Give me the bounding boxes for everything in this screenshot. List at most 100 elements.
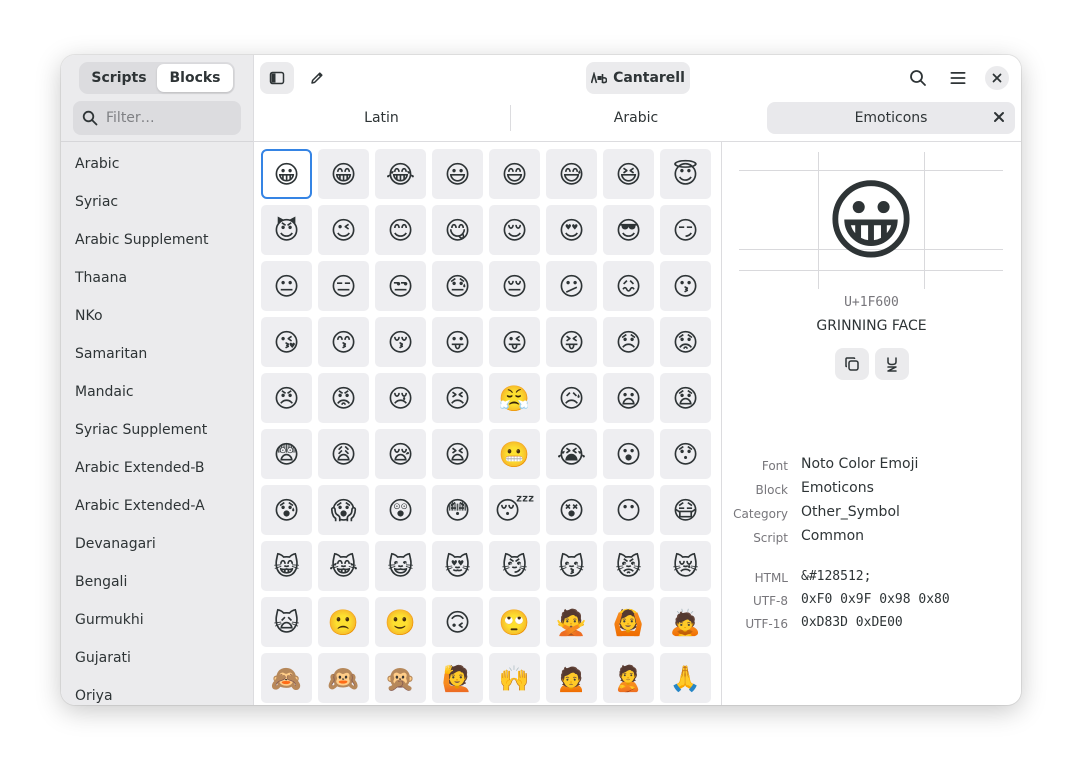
- character-cell[interactable]: 😠: [261, 373, 312, 423]
- character-cell[interactable]: 😓: [432, 261, 483, 311]
- character-cell[interactable]: 😰: [261, 485, 312, 535]
- search-button[interactable]: [901, 62, 935, 94]
- character-cell[interactable]: 😱: [318, 485, 369, 535]
- character-cell[interactable]: 🙈: [261, 653, 312, 703]
- sidebar-item-block[interactable]: Arabic Extended-B: [61, 449, 253, 487]
- character-cell[interactable]: 😼: [489, 541, 540, 591]
- sidebar-item-block[interactable]: Gurmukhi: [61, 601, 253, 639]
- character-cell[interactable]: 😊: [375, 205, 426, 255]
- character-cell[interactable]: 😉: [318, 205, 369, 255]
- character-cell[interactable]: 😗: [660, 261, 711, 311]
- character-cell[interactable]: 😫: [432, 429, 483, 479]
- character-cell[interactable]: 😂: [375, 149, 426, 199]
- edit-button[interactable]: [300, 62, 334, 94]
- character-cell[interactable]: 🙁: [318, 597, 369, 647]
- tab-latin[interactable]: Latin: [254, 102, 509, 134]
- character-cell[interactable]: 😝: [546, 317, 597, 367]
- character-cell[interactable]: 😳: [432, 485, 483, 535]
- character-cell[interactable]: 😷: [660, 485, 711, 535]
- character-cell[interactable]: 😞: [603, 317, 654, 367]
- sidebar-item-block[interactable]: Samaritan: [61, 335, 253, 373]
- sidebar-item-block[interactable]: Syriac Supplement: [61, 411, 253, 449]
- copy-button[interactable]: [835, 348, 869, 380]
- character-cell[interactable]: 🙎: [603, 653, 654, 703]
- character-cell[interactable]: 😀: [261, 149, 312, 199]
- character-cell[interactable]: 🙅: [546, 597, 597, 647]
- character-cell[interactable]: 😇: [660, 149, 711, 199]
- character-cell[interactable]: 🙌: [489, 653, 540, 703]
- character-cell[interactable]: 😈: [261, 205, 312, 255]
- character-cell[interactable]: 😙: [318, 317, 369, 367]
- character-cell[interactable]: 🙂: [375, 597, 426, 647]
- character-cell[interactable]: 😡: [318, 373, 369, 423]
- character-cell[interactable]: 😛: [432, 317, 483, 367]
- character-cell[interactable]: 😏: [660, 205, 711, 255]
- character-cell[interactable]: 🙀: [261, 597, 312, 647]
- character-cell[interactable]: 😮: [603, 429, 654, 479]
- filter-input[interactable]: [104, 109, 238, 127]
- character-cell[interactable]: 😹: [318, 541, 369, 591]
- sidebar-item-block[interactable]: Arabic Supplement: [61, 221, 253, 259]
- character-cell[interactable]: 😁: [318, 149, 369, 199]
- character-cell[interactable]: 😣: [432, 373, 483, 423]
- character-cell[interactable]: 😽: [546, 541, 597, 591]
- character-cell[interactable]: 😑: [318, 261, 369, 311]
- character-cell[interactable]: 😋: [432, 205, 483, 255]
- character-cell[interactable]: 😵: [546, 485, 597, 535]
- character-cell[interactable]: 😆: [603, 149, 654, 199]
- character-cell[interactable]: 😨: [261, 429, 312, 479]
- tab-emoticons[interactable]: Emoticons: [767, 102, 1015, 134]
- character-cell[interactable]: 😤: [489, 373, 540, 423]
- sidebar-item-block[interactable]: NKo: [61, 297, 253, 335]
- scripts-toggle-button[interactable]: Scripts: [81, 64, 157, 92]
- character-cell[interactable]: 😃: [432, 149, 483, 199]
- character-cell[interactable]: 😾: [603, 541, 654, 591]
- character-cell[interactable]: 🙉: [318, 653, 369, 703]
- character-cell[interactable]: 🙇: [660, 597, 711, 647]
- character-cell[interactable]: 😯: [660, 429, 711, 479]
- character-cell[interactable]: 🙍: [546, 653, 597, 703]
- character-cell[interactable]: 😖: [603, 261, 654, 311]
- sidebar-item-block[interactable]: Gujarati: [61, 639, 253, 677]
- character-cell[interactable]: 😦: [603, 373, 654, 423]
- character-cell[interactable]: 😔: [489, 261, 540, 311]
- character-cell[interactable]: 😴: [489, 485, 540, 535]
- sidebar-item-block[interactable]: Arabic Extended-A: [61, 487, 253, 525]
- character-cell[interactable]: 😒: [375, 261, 426, 311]
- sidebar-item-block[interactable]: Syriac: [61, 183, 253, 221]
- sidebar-toggle-button[interactable]: [260, 62, 294, 94]
- character-cell[interactable]: 😲: [375, 485, 426, 535]
- character-cell[interactable]: 😸: [261, 541, 312, 591]
- filter-field[interactable]: [73, 101, 241, 135]
- character-cell[interactable]: 🙄: [489, 597, 540, 647]
- sidebar-item-block[interactable]: Oriya: [61, 677, 253, 705]
- character-cell[interactable]: 😧: [660, 373, 711, 423]
- character-cell[interactable]: 🙆: [603, 597, 654, 647]
- character-cell[interactable]: 🙊: [375, 653, 426, 703]
- character-cell[interactable]: 😟: [660, 317, 711, 367]
- blocks-toggle-button[interactable]: Blocks: [157, 64, 233, 92]
- character-cell[interactable]: 😄: [489, 149, 540, 199]
- character-cell[interactable]: 😭: [546, 429, 597, 479]
- character-cell[interactable]: 😎: [603, 205, 654, 255]
- sidebar-item-block[interactable]: Mandaic: [61, 373, 253, 411]
- character-cell[interactable]: 😩: [318, 429, 369, 479]
- character-cell[interactable]: 🙏: [660, 653, 711, 703]
- character-cell[interactable]: 😻: [432, 541, 483, 591]
- sidebar-item-block[interactable]: Thaana: [61, 259, 253, 297]
- character-cell[interactable]: 😐: [261, 261, 312, 311]
- character-cell[interactable]: 🙋: [432, 653, 483, 703]
- character-cell[interactable]: 😜: [489, 317, 540, 367]
- character-cell[interactable]: 😕: [546, 261, 597, 311]
- character-cell[interactable]: 😿: [660, 541, 711, 591]
- character-cell[interactable]: 😚: [375, 317, 426, 367]
- character-cell[interactable]: 😘: [261, 317, 312, 367]
- close-icon[interactable]: [993, 111, 1005, 123]
- character-cell[interactable]: 😪: [375, 429, 426, 479]
- character-cell[interactable]: 😬: [489, 429, 540, 479]
- character-cell[interactable]: 🙃: [432, 597, 483, 647]
- font-selector-button[interactable]: Cantarell: [586, 62, 690, 94]
- unicode-info-button[interactable]: [875, 348, 909, 380]
- character-cell[interactable]: 😺: [375, 541, 426, 591]
- main-menu-button[interactable]: [941, 62, 975, 94]
